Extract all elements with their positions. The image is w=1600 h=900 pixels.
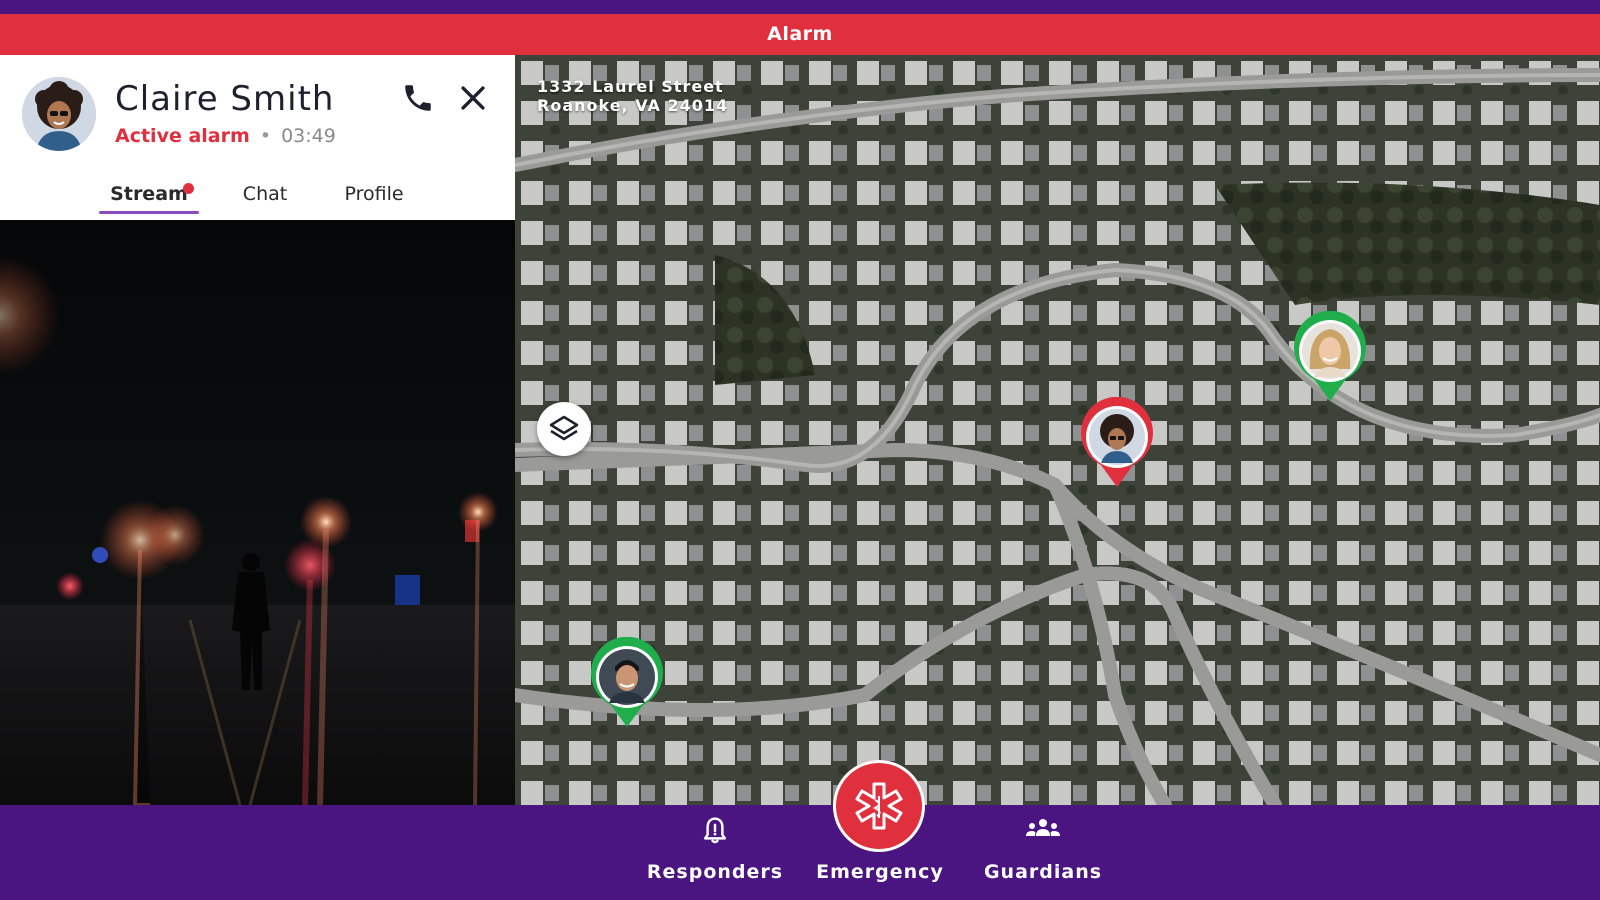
address-line-1: 1332 Laurel Street — [537, 77, 724, 96]
nav-responders[interactable]: Responders — [640, 805, 790, 900]
guardian-pin-man[interactable] — [587, 636, 667, 729]
map-address: 1332 Laurel Street Roanoke, VA 24014 — [537, 77, 728, 115]
bottom-navigation: Responders Emergency Guardians — [0, 805, 1600, 900]
layers-icon — [549, 415, 579, 441]
nav-emergency-label: Emergency — [816, 861, 944, 883]
bell-alert-icon — [703, 817, 727, 844]
top-status-bar — [0, 0, 1600, 14]
user-name: Claire Smith — [115, 79, 335, 119]
tab-profile-label: Profile — [344, 183, 404, 205]
tab-stream-label: Stream — [110, 183, 188, 205]
medical-star-icon — [855, 782, 903, 830]
alarm-user-pin[interactable] — [1077, 396, 1157, 489]
emergency-button[interactable] — [833, 760, 925, 852]
tab-profile[interactable]: Profile — [334, 175, 414, 220]
notification-dot — [183, 183, 194, 194]
active-tab-indicator — [99, 211, 199, 214]
guardian-pin-woman[interactable] — [1290, 310, 1370, 403]
map-imagery — [515, 55, 1600, 805]
alarm-header: Alarm — [0, 14, 1600, 55]
phone-icon[interactable] — [401, 81, 435, 115]
alarm-status: Active alarm • 03:49 — [115, 125, 336, 147]
tab-chat[interactable]: Chat — [230, 175, 300, 220]
tab-stream[interactable]: Stream — [99, 175, 199, 220]
user-panel: Claire Smith Active alarm • 03:49 Stream… — [0, 55, 515, 220]
close-icon[interactable] — [456, 81, 490, 115]
elapsed-time: 03:49 — [281, 125, 336, 147]
status-separator: • — [259, 125, 272, 147]
nav-guardians-label: Guardians — [983, 861, 1103, 883]
tab-chat-label: Chat — [242, 183, 288, 205]
group-icon — [1026, 819, 1060, 836]
panel-tabs: Stream Chat Profile — [0, 175, 515, 220]
alarm-title: Alarm — [767, 23, 833, 45]
layers-button[interactable] — [537, 402, 591, 456]
address-line-2: Roanoke, VA 24014 — [537, 96, 729, 115]
satellite-map[interactable]: 1332 Laurel Street Roanoke, VA 24014 — [515, 55, 1600, 805]
avatar[interactable] — [22, 77, 96, 151]
nav-responders-label: Responders — [646, 861, 784, 883]
live-stream-video[interactable] — [0, 220, 515, 805]
nav-guardians[interactable]: Guardians — [968, 805, 1118, 900]
status-label: Active alarm — [115, 125, 250, 147]
